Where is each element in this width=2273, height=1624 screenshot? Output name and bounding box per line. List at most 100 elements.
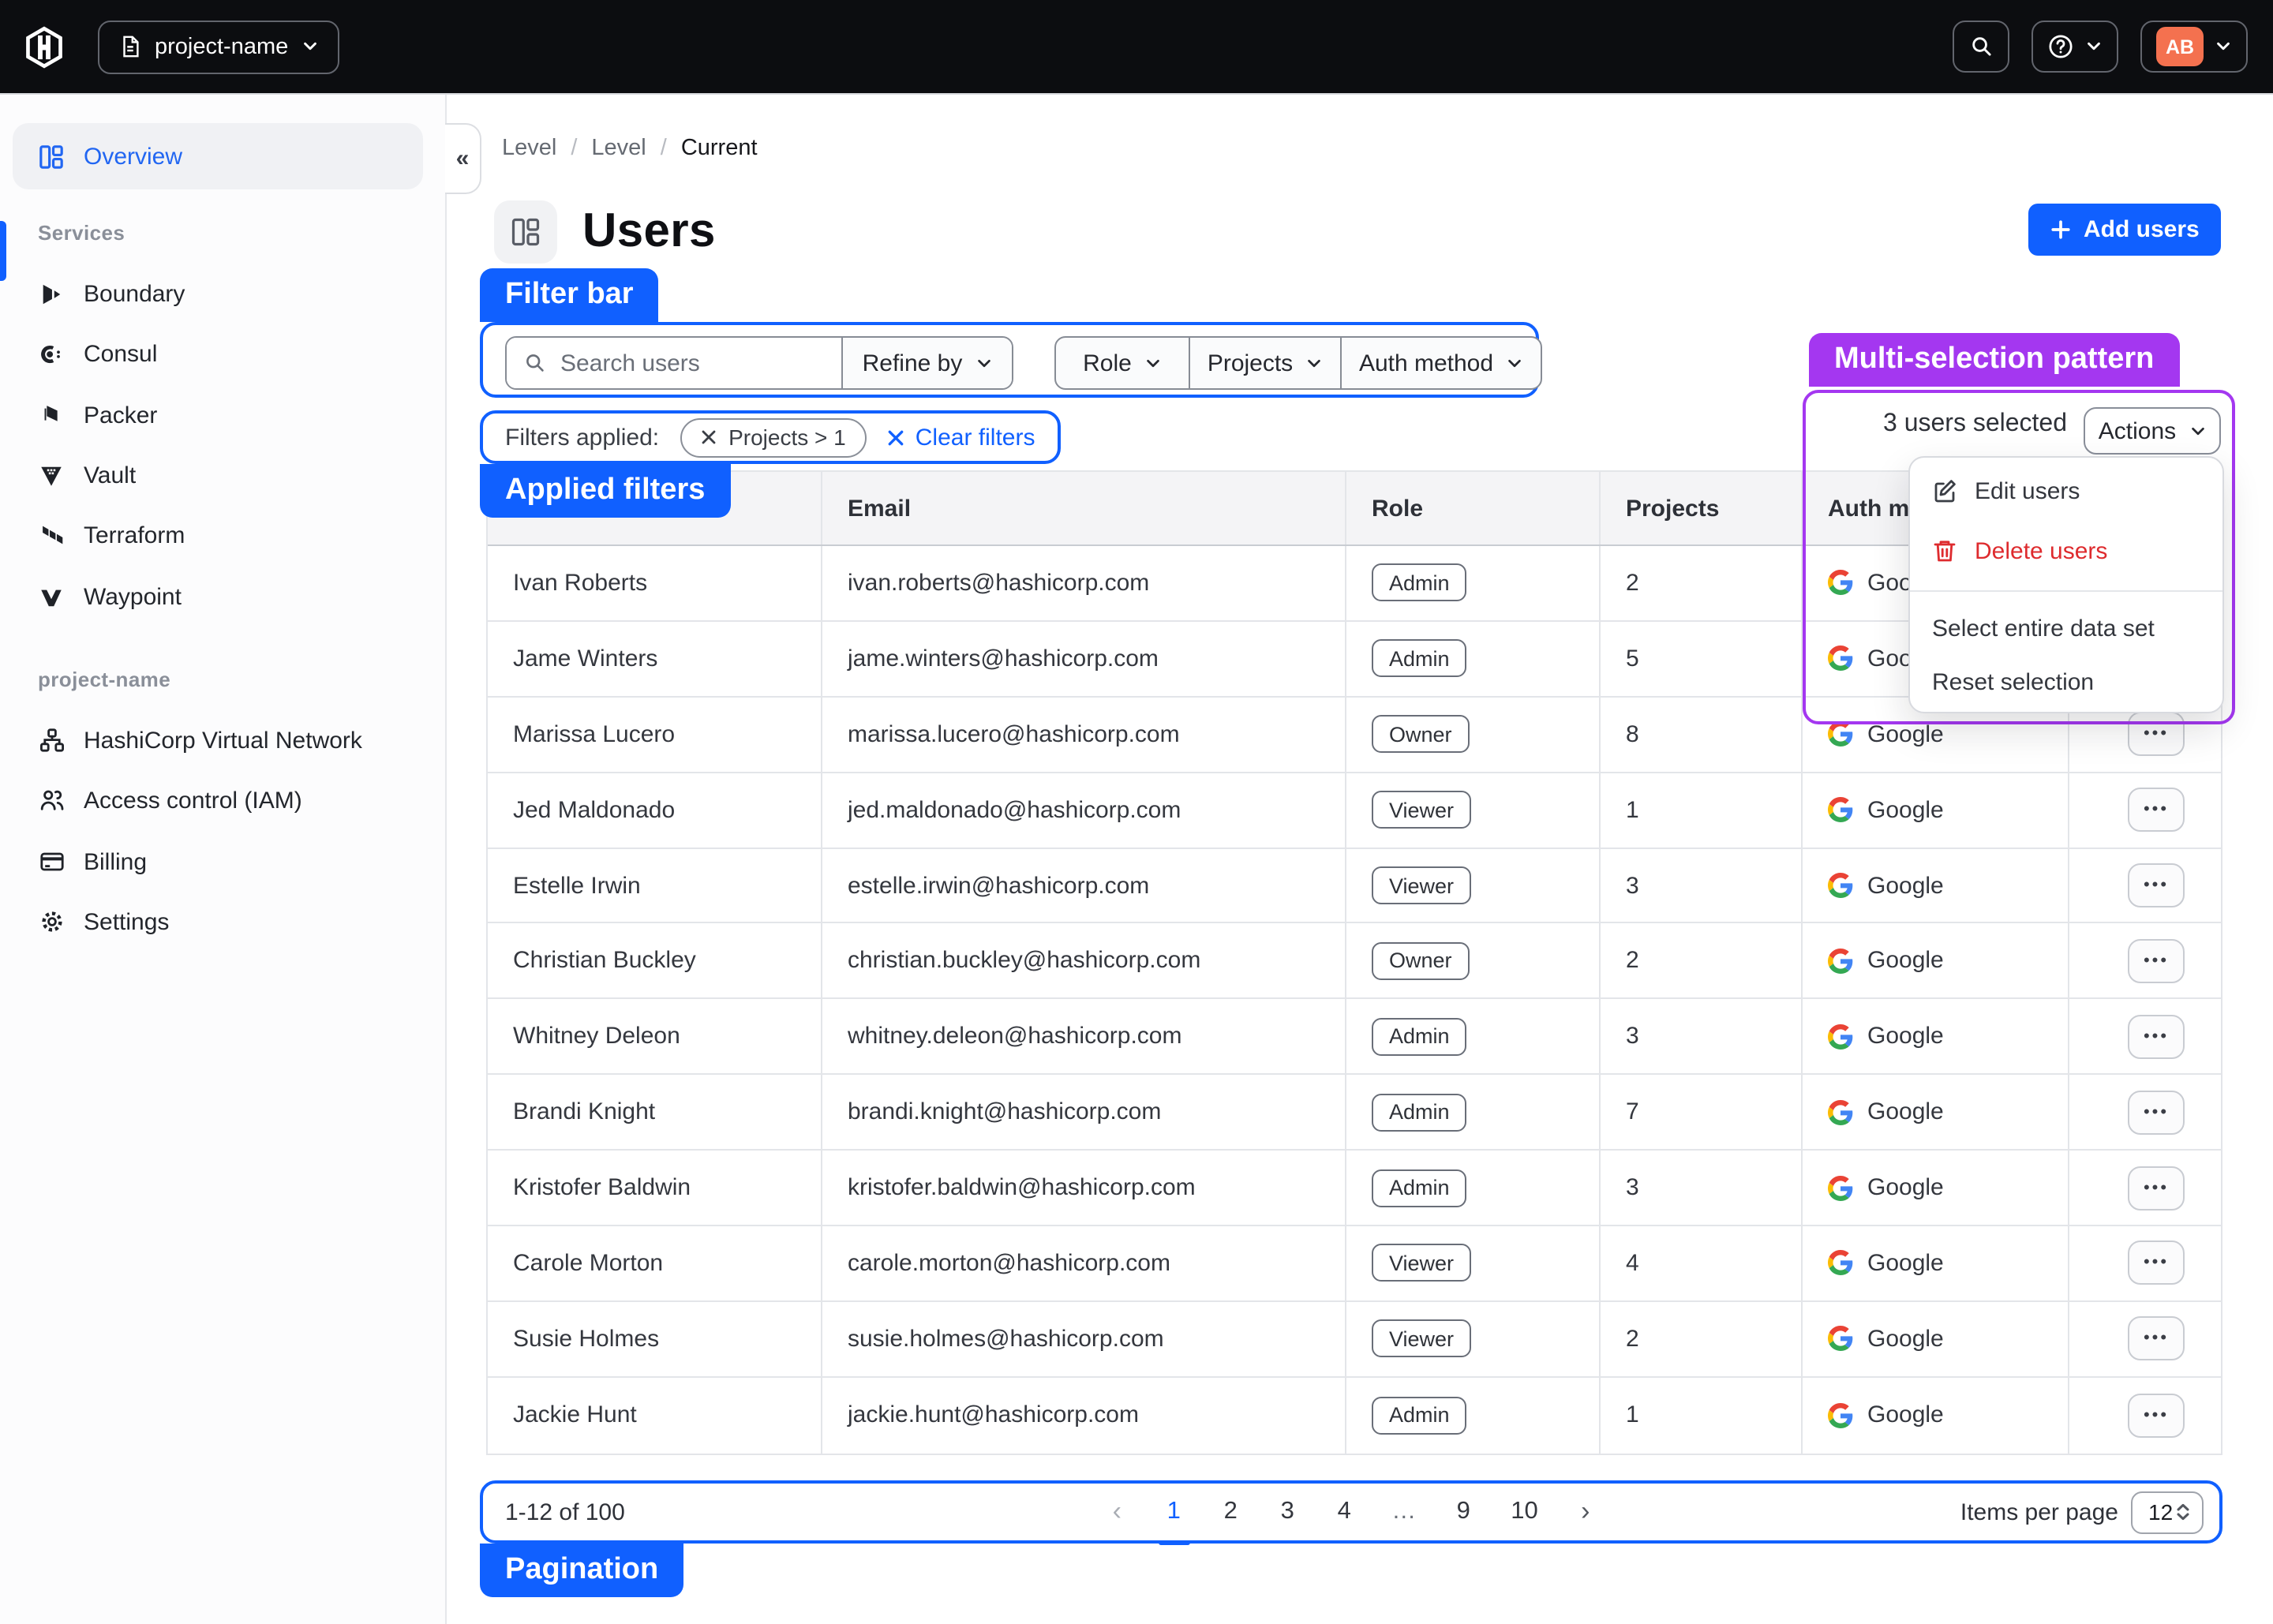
role-filter-dropdown[interactable]: Role — [1056, 338, 1189, 388]
cell-projects: 1 — [1601, 1378, 1803, 1454]
row-actions-button[interactable]: ••• — [2128, 863, 2185, 907]
cell-email: brandi.knight@hashicorp.com — [822, 1075, 1346, 1149]
plus-icon — [2050, 219, 2071, 240]
global-search-button[interactable] — [1953, 21, 2009, 73]
sidebar-item-terraform[interactable]: Terraform — [13, 511, 423, 559]
google-icon — [1828, 1402, 1853, 1428]
auth-method-filter-dropdown[interactable]: Auth method — [1340, 338, 1541, 388]
menu-item-delete-users[interactable]: Delete users — [1910, 521, 2222, 581]
auth-provider-label: Google — [1867, 796, 1944, 823]
document-icon — [118, 35, 142, 58]
actions-dropdown-button[interactable]: Actions — [2084, 407, 2221, 455]
role-badge: Admin — [1372, 1169, 1467, 1207]
sidebar-item-settings[interactable]: Settings — [13, 898, 423, 945]
refine-by-dropdown[interactable]: Refine by — [841, 338, 1012, 388]
search-input[interactable]: Search users — [507, 338, 841, 388]
breadcrumb-level-1[interactable]: Level — [502, 136, 556, 161]
row-actions-button[interactable]: ••• — [2128, 788, 2185, 832]
sidebar-item-label: HashiCorp Virtual Network — [84, 727, 362, 754]
google-icon — [1828, 571, 1853, 596]
menu-item-reset-selection[interactable]: Reset selection — [1910, 655, 2222, 709]
row-actions-button[interactable]: ••• — [2128, 1241, 2185, 1285]
projects-filter-dropdown[interactable]: Projects — [1189, 338, 1340, 388]
sidebar-item-boundary[interactable]: Boundary — [13, 270, 423, 317]
row-actions-button[interactable]: ••• — [2128, 939, 2185, 983]
breadcrumb-level-2[interactable]: Level — [591, 136, 646, 161]
sidebar-item-vault[interactable]: Vault — [13, 451, 423, 499]
collapse-icon: « — [456, 145, 470, 172]
cell-projects: 7 — [1601, 1075, 1803, 1149]
menu-item-select-entire-data-set[interactable]: Select entire data set — [1910, 601, 2222, 655]
sidebar-item-billing[interactable]: Billing — [13, 838, 423, 885]
items-per-page-label: Items per page — [1960, 1499, 2118, 1525]
cell-auth-method: Google — [1803, 1226, 2069, 1300]
sidebar-collapse-button[interactable]: « — [445, 123, 481, 194]
help-menu-button[interactable] — [2031, 21, 2118, 73]
pager-page-2[interactable]: 2 — [1221, 1498, 1240, 1526]
cell-role: Admin — [1346, 622, 1601, 696]
sidebar-item-packer[interactable]: Packer — [13, 391, 423, 439]
pager-page-4[interactable]: 4 — [1335, 1498, 1354, 1526]
sidebar-item-overview[interactable]: Overview — [13, 123, 423, 189]
users-icon — [38, 788, 65, 813]
google-icon — [1828, 873, 1853, 898]
cell-email: carole.morton@hashicorp.com — [822, 1226, 1346, 1300]
cell-email: jame.winters@hashicorp.com — [822, 622, 1346, 696]
cell-role: Admin — [1346, 1000, 1601, 1074]
column-header-projects[interactable]: Projects — [1601, 472, 1803, 544]
row-actions-button[interactable]: ••• — [2128, 1317, 2185, 1361]
actions-label: Actions — [2099, 417, 2176, 444]
items-per-page-select[interactable]: 12 — [2131, 1491, 2204, 1533]
filter-pill-label: Projects > 1 — [728, 425, 846, 450]
row-actions-button[interactable]: ••• — [2128, 712, 2185, 756]
add-users-button[interactable]: Add users — [2028, 204, 2222, 256]
breadcrumb-separator: / — [571, 136, 577, 161]
pager-page-1[interactable]: 1 — [1164, 1498, 1183, 1526]
avatar: AB — [2156, 27, 2204, 66]
cell-role: Viewer — [1346, 1226, 1601, 1300]
filter-pill-projects[interactable]: Projects > 1 — [680, 417, 867, 457]
cell-auth-method: Google — [1803, 1378, 2069, 1454]
account-menu-button[interactable]: AB — [2140, 21, 2248, 73]
auth-provider-label: Google — [1867, 1174, 1944, 1201]
sidebar-item-consul[interactable]: Consul — [13, 330, 423, 377]
chevron-down-icon — [1506, 354, 1523, 372]
role-badge: Viewer — [1372, 1244, 1471, 1282]
filters-applied-label: Filters applied: — [505, 424, 659, 451]
cell-email: ivan.roberts@hashicorp.com — [822, 546, 1346, 620]
cell-role: Admin — [1346, 1378, 1601, 1454]
trash-icon — [1932, 538, 1957, 563]
project-switcher[interactable]: project-name — [98, 20, 339, 73]
sidebar-item-access-control[interactable]: Access control (IAM) — [13, 776, 423, 824]
column-header-role[interactable]: Role — [1346, 472, 1601, 544]
pager-page-3[interactable]: 3 — [1278, 1498, 1297, 1526]
search-icon — [524, 352, 546, 374]
row-actions-button[interactable]: ••• — [2128, 1015, 2185, 1059]
cell-auth-method: Google — [1803, 773, 2069, 847]
row-actions-button[interactable]: ••• — [2128, 1166, 2185, 1210]
row-actions-button[interactable]: ••• — [2128, 1393, 2185, 1437]
project-switcher-label: project-name — [155, 34, 288, 59]
projects-filter-label: Projects — [1208, 350, 1293, 376]
sidebar-item-hvn[interactable]: HashiCorp Virtual Network — [13, 717, 423, 764]
menu-item-edit-users[interactable]: Edit users — [1910, 461, 2222, 521]
cell-name: Estelle Irwin — [488, 848, 822, 922]
column-header-email[interactable]: Email — [822, 472, 1346, 544]
clear-filters-link[interactable]: Clear filters — [887, 424, 1035, 451]
sidebar-item-label: Vault — [84, 462, 136, 488]
pager-previous-button[interactable]: ‹ — [1107, 1496, 1126, 1528]
sidebar-item-waypoint[interactable]: Waypoint — [13, 573, 423, 620]
pager-page-10[interactable]: 10 — [1511, 1498, 1538, 1526]
pager-page-9[interactable]: 9 — [1454, 1498, 1473, 1526]
remove-filter-icon[interactable] — [700, 429, 716, 445]
table-row: Jackie Huntjackie.hunt@hashicorp.comAdmi… — [488, 1378, 2221, 1454]
cell-auth-method: Google — [1803, 1000, 2069, 1074]
table-row: Whitney Deleonwhitney.deleon@hashicorp.c… — [488, 1000, 2221, 1076]
clear-filters-label: Clear filters — [916, 424, 1035, 451]
row-actions-button[interactable]: ••• — [2128, 1090, 2185, 1134]
role-badge: Owner — [1372, 942, 1470, 980]
auth-provider-label: Google — [1867, 720, 1944, 747]
top-navbar: project-name — [0, 0, 2273, 95]
table-row: Jed Maldonadojed.maldonado@hashicorp.com… — [488, 773, 2221, 848]
pager-next-button[interactable]: › — [1576, 1496, 1595, 1528]
